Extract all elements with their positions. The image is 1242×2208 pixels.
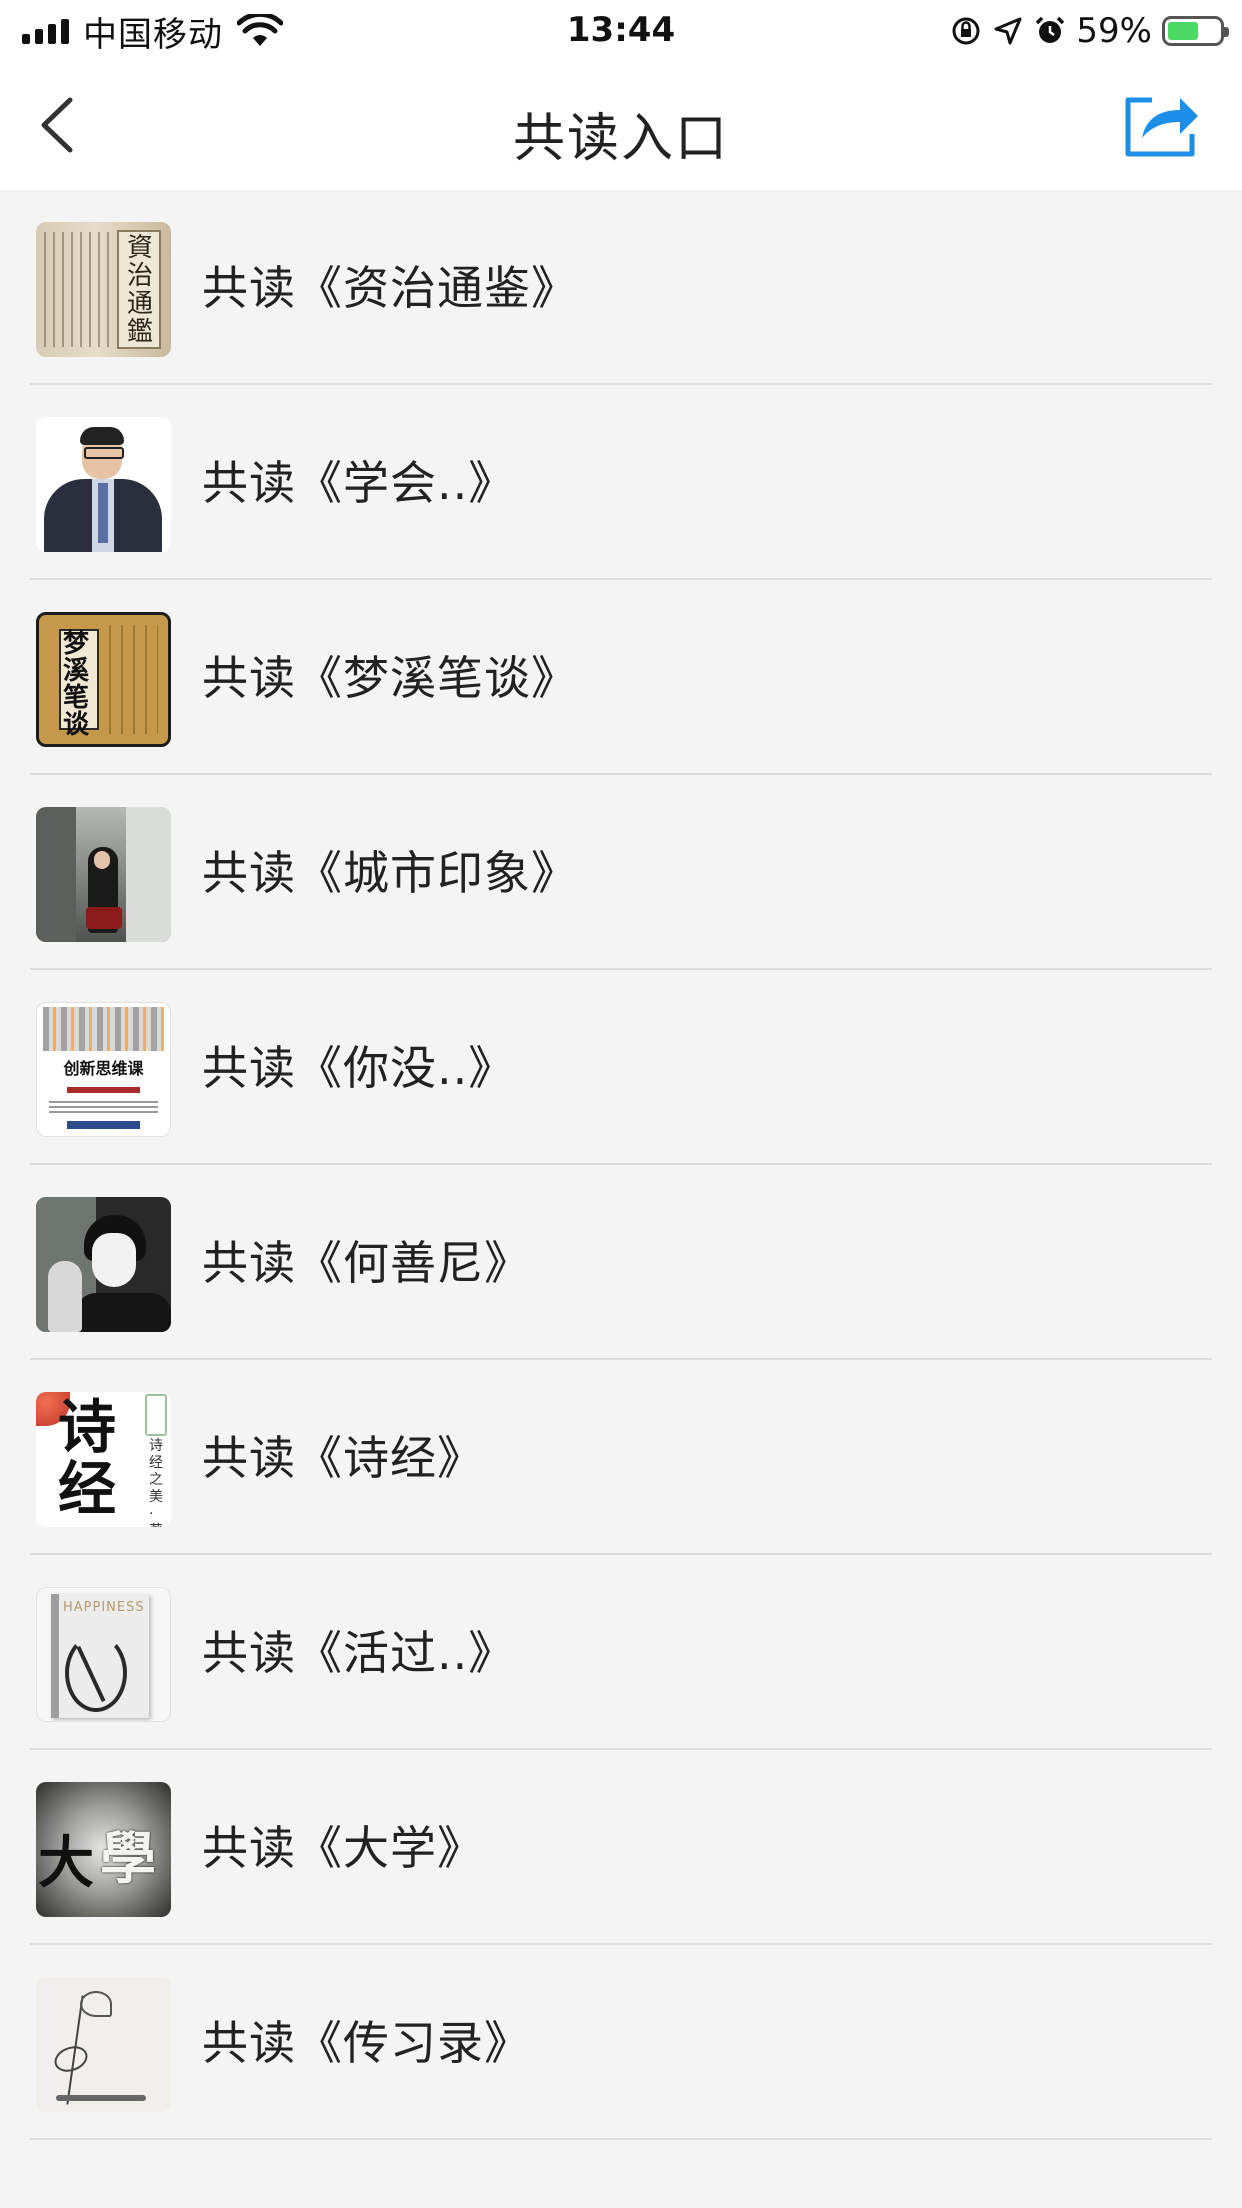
divider	[30, 2138, 1212, 2140]
list-item[interactable]: 共读《传习录》	[0, 1945, 1242, 2140]
list-item[interactable]: 資治通鑑 共读《资治通鉴》	[0, 190, 1242, 385]
list-item[interactable]: 大 學 共读《大学》	[0, 1750, 1242, 1945]
list-item-label: 共读《大学》	[202, 1821, 484, 1875]
list-item[interactable]: HAPPINESS 共读《活过..》	[0, 1555, 1242, 1750]
cover-title-text: HAPPINESS	[63, 1600, 145, 1615]
portrait-illustration-thumbnail	[36, 1197, 171, 1332]
list-item-label: 共读《学会..》	[202, 456, 516, 510]
author-photo-thumbnail	[36, 417, 171, 552]
ink-painting-thumbnail	[36, 1977, 171, 2112]
calligraphy-thumbnail: 大 學	[36, 1782, 171, 1917]
list-item[interactable]: 创新思维课 共读《你没..》	[0, 970, 1242, 1165]
orientation-lock-icon	[952, 17, 980, 45]
book-cover-thumbnail: 資治通鑑	[36, 222, 171, 357]
list-item[interactable]: 诗经 诗经之美·著 共读《诗经》	[0, 1360, 1242, 1555]
list-item[interactable]: 共读《学会..》	[0, 385, 1242, 580]
list-item-label: 共读《诗经》	[202, 1431, 484, 1485]
book-cover-thumbnail: HAPPINESS	[36, 1587, 171, 1722]
cover-title-text: 梦溪笔谈	[63, 629, 90, 740]
status-bar: 中国移动 13:44 59%	[0, 0, 1242, 62]
reading-list: 資治通鑑 共读《资治通鉴》 共读《学会..》 梦溪笔谈 共读《梦溪笔谈》 共读《…	[0, 190, 1242, 2140]
book-cover-thumbnail: 梦溪笔谈	[36, 612, 171, 747]
list-item[interactable]: 共读《城市印象》	[0, 775, 1242, 970]
page-title: 共读入口	[512, 109, 729, 169]
battery-fill	[1168, 22, 1198, 40]
list-item-label: 共读《城市印象》	[202, 846, 578, 900]
list-item-label: 共读《传习录》	[202, 2016, 531, 2070]
cover-title-text: 資治通鑑	[127, 233, 154, 347]
list-item-label: 共读《你没..》	[202, 1041, 516, 1095]
calligraphy-char-1: 大	[38, 1830, 94, 1896]
list-item[interactable]: 共读《何善尼》	[0, 1165, 1242, 1360]
navigation-bar: 共读入口	[0, 62, 1242, 190]
cover-subtitle-text: 诗经之美·著	[149, 1438, 163, 1527]
book-cover-thumbnail: 创新思维课	[36, 1002, 171, 1137]
list-item-label: 共读《资治通鉴》	[202, 261, 578, 315]
share-icon[interactable]	[1122, 90, 1202, 160]
list-item-label: 共读《梦溪笔谈》	[202, 651, 578, 705]
location-arrow-icon	[994, 17, 1022, 45]
street-photo-thumbnail	[36, 807, 171, 942]
book-cover-thumbnail: 诗经 诗经之美·著	[36, 1392, 171, 1527]
battery-icon	[1162, 16, 1229, 46]
cover-title-text: 创新思维课	[63, 1059, 144, 1078]
list-item-label: 共读《何善尼》	[202, 1236, 531, 1290]
app-screen: 中国移动 13:44 59% 共读入口 資治通鑑 共读《资治通鉴》 共读《学会.…	[0, 0, 1242, 2208]
alarm-clock-icon	[1036, 16, 1065, 43]
list-item[interactable]: 梦溪笔谈 共读《梦溪笔谈》	[0, 580, 1242, 775]
battery-percent: 59%	[1076, 11, 1152, 51]
list-item-label: 共读《活过..》	[202, 1626, 516, 1680]
calligraphy-char-2: 學	[100, 1826, 156, 1892]
status-right: 59%	[950, 10, 1229, 52]
battery-cap	[1224, 27, 1229, 37]
